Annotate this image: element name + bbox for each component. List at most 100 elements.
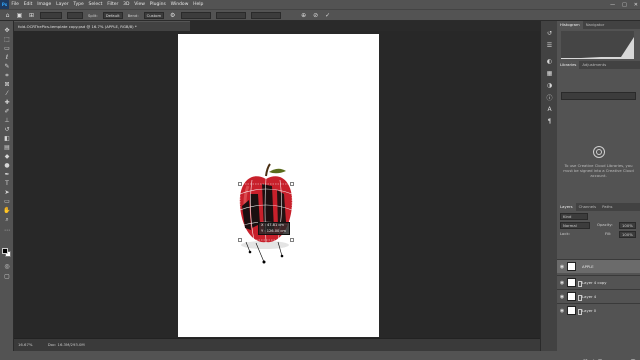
tab-adjustments[interactable]: Adjustments xyxy=(579,61,609,69)
layer-name: Layer 4 copy xyxy=(582,280,607,285)
eye-icon[interactable]: ◉ xyxy=(557,294,567,300)
warp-value-field-2[interactable] xyxy=(216,11,247,19)
menu-view[interactable]: View xyxy=(132,0,147,9)
quick-select-tool-icon[interactable]: ✎ xyxy=(2,63,12,70)
menu-3d[interactable]: 3D xyxy=(121,0,132,9)
tab-histogram[interactable]: Histogram xyxy=(557,21,583,29)
warp-value-field-3[interactable] xyxy=(251,11,282,19)
home-icon[interactable]: ⌂ xyxy=(4,12,11,19)
screen-mode-icon[interactable]: ▢ xyxy=(2,273,12,280)
tab-libraries[interactable]: Libraries xyxy=(557,61,580,69)
blur-tool-icon[interactable]: ◆ xyxy=(2,153,12,160)
layer-name: Layer 0 xyxy=(582,308,597,313)
menu-window[interactable]: Window xyxy=(168,0,191,9)
history-brush-tool-icon[interactable]: ↺ xyxy=(2,126,12,133)
marquee-tool-icon[interactable]: ▭ xyxy=(2,45,12,52)
zoom-level[interactable]: 16.67% xyxy=(18,342,32,347)
paragraph-icon[interactable]: ¶ xyxy=(545,117,554,125)
transform-fields-2[interactable] xyxy=(67,11,83,19)
layer-row-layer-0[interactable]: ◉ Layer 0 xyxy=(557,303,640,317)
adjustments-icon[interactable]: ◑ xyxy=(545,81,554,89)
type-tool-icon[interactable]: T xyxy=(2,180,12,187)
apple-artwork xyxy=(238,163,294,264)
menu-type[interactable]: Type xyxy=(71,0,86,9)
eraser-tool-icon[interactable]: ◧ xyxy=(2,135,12,142)
character-icon[interactable]: A xyxy=(545,105,554,113)
frame-tool-icon[interactable]: ⊠ xyxy=(2,81,12,88)
warp-value-field[interactable] xyxy=(181,11,212,19)
path-selection-tool-icon[interactable]: ➤ xyxy=(2,189,12,196)
dodge-tool-icon[interactable]: ● xyxy=(2,162,12,169)
menu-layer[interactable]: Layer xyxy=(54,0,71,9)
close-button[interactable]: ✕ xyxy=(634,2,638,8)
menu-help[interactable]: Help xyxy=(191,0,206,9)
gear-icon[interactable]: ⚙ xyxy=(169,12,176,19)
menu-filter[interactable]: Filter xyxy=(105,0,121,9)
layer-filter-kind[interactable]: Kind xyxy=(560,213,588,220)
commit-transform-icon[interactable]: ✓ xyxy=(324,12,331,19)
tab-channels[interactable]: Channels xyxy=(576,203,600,211)
brush-tool-icon[interactable]: ✐ xyxy=(2,108,12,115)
healing-brush-tool-icon[interactable]: ✚ xyxy=(2,99,12,106)
info-icon[interactable]: ⓘ xyxy=(545,93,554,102)
eyedropper-tool-icon[interactable]: ⁄ xyxy=(2,90,12,97)
layer-row-layer-4-copy[interactable]: ◉ Layer 4 copy xyxy=(557,275,640,289)
hand-tool-icon[interactable]: ✋ xyxy=(2,207,12,214)
blend-mode-select[interactable]: Normal xyxy=(560,222,590,229)
panel-icon-column: ↺ ☰ ◐ ▦ ◑ ⓘ A ¶ xyxy=(540,21,557,351)
menu-file[interactable]: File xyxy=(9,0,21,9)
color-icon[interactable]: ◐ xyxy=(545,57,554,65)
menu-image[interactable]: Image xyxy=(35,0,54,9)
zoom-tool-icon[interactable]: ⌕ xyxy=(2,216,12,223)
properties-icon[interactable]: ☰ xyxy=(545,41,554,49)
foreground-color-swatch[interactable] xyxy=(2,248,8,254)
eye-icon[interactable]: ◉ xyxy=(557,264,567,270)
lock-label: Lock: xyxy=(560,231,570,236)
menu-edit[interactable]: Edit xyxy=(21,0,35,9)
document-canvas[interactable] xyxy=(178,34,379,337)
histogram-graph xyxy=(561,31,634,59)
tab-paths[interactable]: Paths xyxy=(599,203,615,211)
swatches-icon[interactable]: ▦ xyxy=(545,69,554,77)
artboard-tool-icon[interactable]: ⬚ xyxy=(2,36,12,43)
tab-navigator[interactable]: Navigator xyxy=(583,21,608,29)
layer-thumbnail xyxy=(567,278,582,287)
rectangle-tool-icon[interactable]: ▭ xyxy=(2,198,12,205)
tab-layers[interactable]: Layers xyxy=(557,203,576,211)
status-bar: 16.67% Doc: 16.3M/293.0M xyxy=(14,338,540,351)
minimize-button[interactable]: — xyxy=(610,2,615,8)
clone-stamp-tool-icon[interactable]: ⊥ xyxy=(2,117,12,124)
puppet-warp-icon[interactable]: ⊕ xyxy=(300,12,307,19)
layer-row-apple[interactable]: ◉ APPLE xyxy=(557,259,640,273)
quick-mask-icon[interactable]: ◎ xyxy=(2,263,12,270)
transform-tool-preset-icon[interactable]: ▣ xyxy=(16,12,23,19)
lasso-tool-icon[interactable]: ℓ xyxy=(2,54,12,61)
navigator-panel-tabs: Histogram Navigator xyxy=(557,21,640,29)
maximize-button[interactable]: □ xyxy=(622,2,627,8)
reference-point-icon[interactable]: ⊞ xyxy=(28,12,35,19)
crop-tool-icon[interactable]: ⌗ xyxy=(2,72,12,79)
menu-plugins[interactable]: Plugins xyxy=(147,0,168,9)
history-icon[interactable]: ↺ xyxy=(545,29,554,37)
options-bar: ⌂ ▣ ⊞ Split: Default Bend: Custom ⚙ ⊕ ⊘ … xyxy=(0,9,640,21)
transform-fields[interactable] xyxy=(40,11,62,19)
more-tools-icon[interactable]: ⋯ xyxy=(2,227,12,234)
document-tab[interactable]: fold-OCRThePics-template copy.psd @ 16.7… xyxy=(14,21,190,31)
bend-select[interactable]: Custom xyxy=(143,11,165,19)
split-select[interactable]: Default xyxy=(102,11,123,19)
cancel-transform-icon[interactable]: ⊘ xyxy=(312,12,319,19)
libraries-select[interactable] xyxy=(561,92,636,100)
fill-label: Fill: xyxy=(605,231,612,236)
layer-row-layer-4[interactable]: ◉ Layer 4 xyxy=(557,289,640,303)
transform-coordinates-tooltip: X : 47.81 cm Y : 126.00 cm xyxy=(258,222,290,235)
eye-icon[interactable]: ◉ xyxy=(557,280,567,286)
pen-tool-icon[interactable]: ✒ xyxy=(2,171,12,178)
move-tool-icon[interactable]: ✥ xyxy=(2,27,12,34)
menu-select[interactable]: Select xyxy=(86,0,105,9)
libraries-panel-tabs: Libraries Adjustments xyxy=(557,61,640,69)
fill-field[interactable]: 100% xyxy=(619,231,636,238)
gradient-tool-icon[interactable]: ▤ xyxy=(2,144,12,151)
opacity-field[interactable]: 100% xyxy=(619,222,636,229)
opacity-label: Opacity: xyxy=(597,222,613,227)
eye-icon[interactable]: ◉ xyxy=(557,308,567,314)
